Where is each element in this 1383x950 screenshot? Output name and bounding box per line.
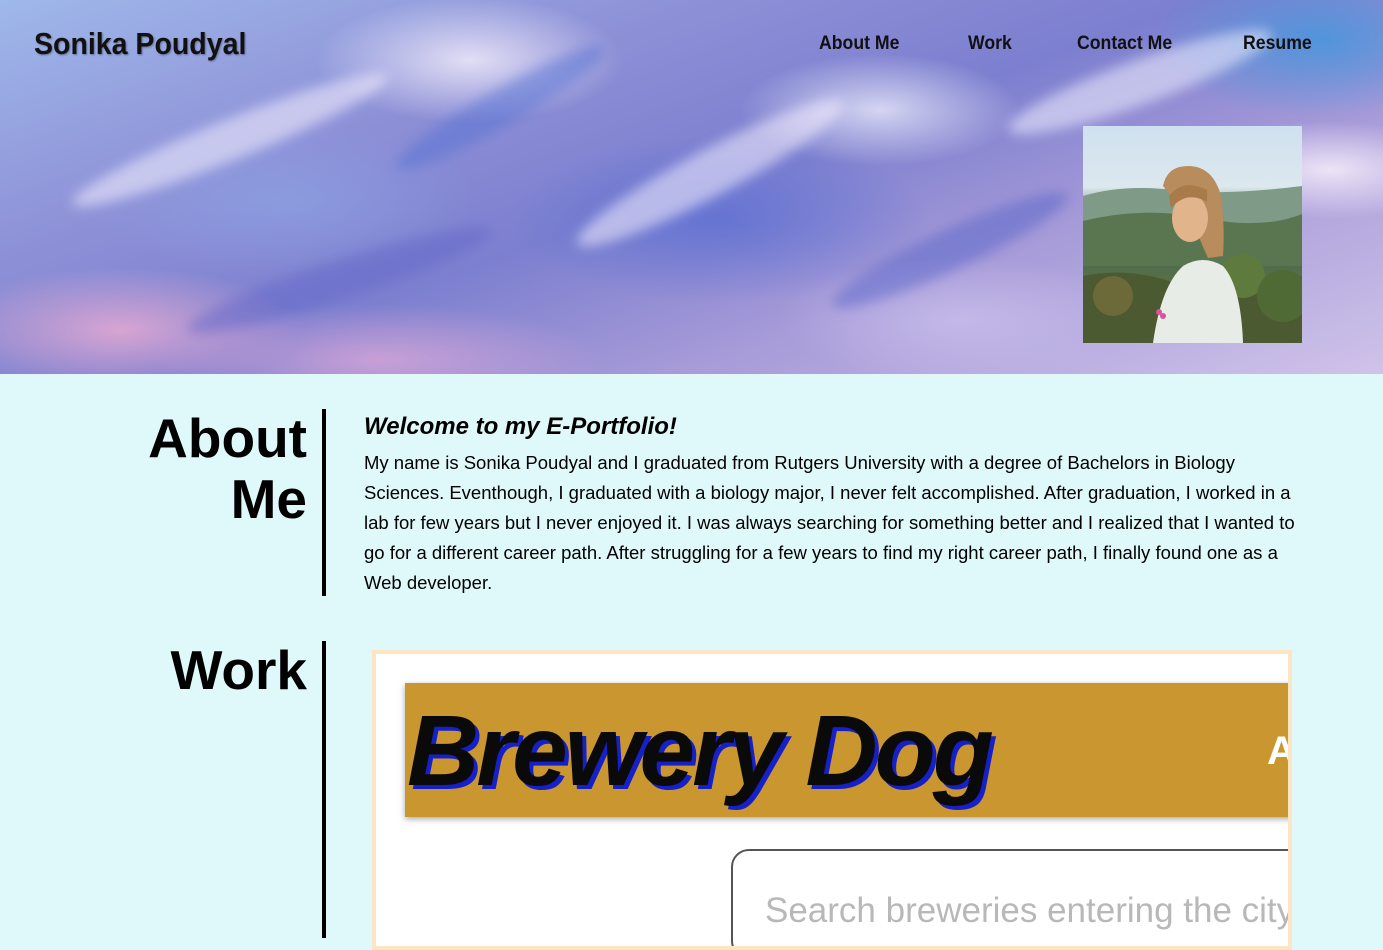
project-screenshot-search-box: Search breweries entering the city — [731, 849, 1292, 946]
profile-photo-illustration — [1083, 166, 1302, 343]
project-screenshot-title: Brewery Dog — [407, 695, 994, 807]
main-nav: About Me Work Contact Me Resume — [0, 33, 1383, 57]
nav-contact-me[interactable]: Contact Me — [1077, 33, 1172, 55]
project-screenshot-banner: Brewery Dog A — [405, 683, 1288, 817]
nav-work[interactable]: Work — [968, 33, 1012, 55]
project-screenshot-search-placeholder: Search breweries entering the city — [765, 891, 1292, 930]
nav-resume[interactable]: Resume — [1243, 33, 1312, 55]
work-heading: Work — [170, 639, 307, 701]
sky-streak — [566, 82, 854, 264]
hero-banner: Sonika Poudyal About Me Work Contact Me … — [0, 0, 1383, 374]
profile-photo — [1083, 126, 1302, 343]
sky-streak — [64, 57, 396, 223]
project-screenshot-nav: A — [1267, 731, 1288, 771]
about-heading: About Me — [148, 408, 307, 530]
welcome-heading: Welcome to my E-Portfolio! — [364, 413, 677, 440]
sky-streak — [823, 176, 1077, 324]
sky-streak — [181, 211, 499, 349]
work-divider — [322, 641, 326, 938]
about-paragraph: My name is Sonika Poudyal and I graduate… — [364, 452, 1295, 593]
about-divider — [322, 409, 326, 596]
project-card-brewery-dog[interactable]: Brewery Dog A Search breweries entering … — [372, 650, 1292, 950]
nav-about-me[interactable]: About Me — [819, 33, 899, 55]
about-heading-line1: About — [148, 407, 307, 469]
about-heading-line2: Me — [230, 468, 307, 530]
